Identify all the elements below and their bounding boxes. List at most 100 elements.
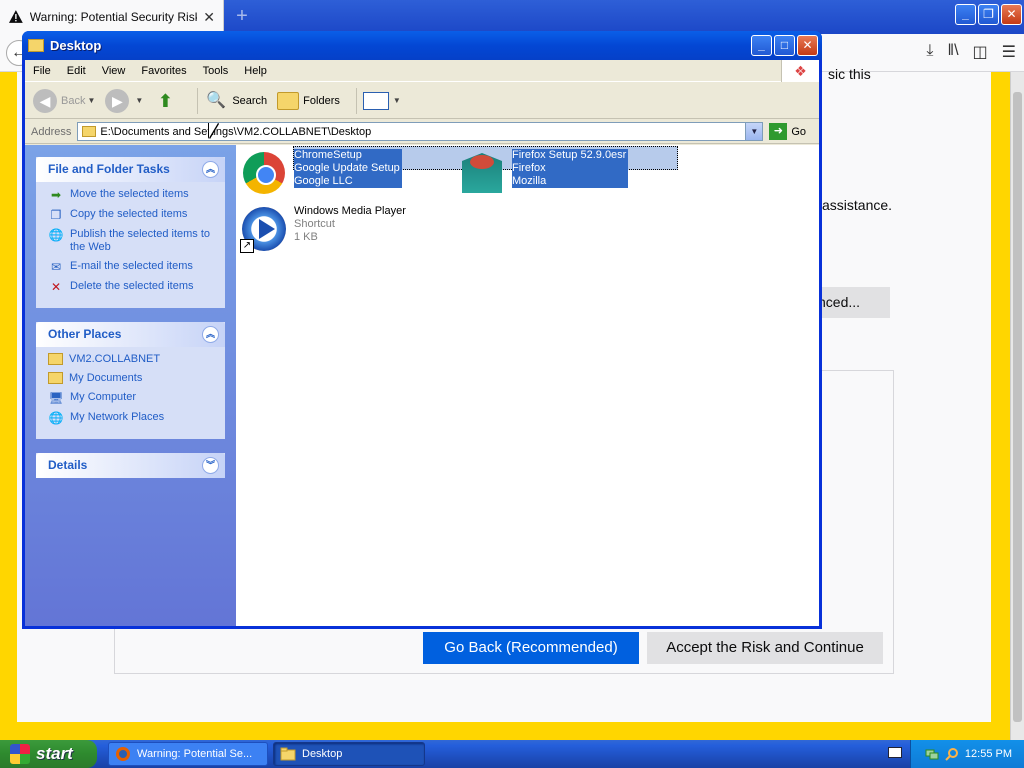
firefox-toolbar-icons: ⤓ ‖\ ◫ ☰ [926, 42, 1016, 62]
menu-file[interactable]: File [25, 65, 59, 77]
scrollbar[interactable] [1010, 72, 1024, 740]
scrollbar-thumb[interactable] [1013, 92, 1022, 722]
delete-icon: ✕ [50, 280, 62, 294]
folders-icon [277, 91, 300, 110]
warning-icon [8, 10, 23, 23]
folders-button[interactable]: Folders [277, 91, 340, 110]
menu-tools[interactable]: Tools [195, 65, 237, 77]
task-publish[interactable]: 🌐 Publish the selected items to the Web [48, 228, 215, 254]
panel-title: Details [48, 458, 88, 472]
restore-button[interactable]: ❐ [978, 4, 999, 25]
panel-header[interactable]: File and Folder Tasks ︽ [36, 157, 225, 182]
minimize-button[interactable]: _ [955, 4, 976, 25]
folder-icon [280, 747, 296, 761]
place-my-documents[interactable]: My Documents [48, 372, 215, 385]
file-description: Google Update Setup [294, 162, 402, 175]
chevron-down-icon[interactable]: ▼ [135, 96, 143, 105]
file-meta: Firefox Setup 52.9.0esr Firefox Mozilla [512, 149, 629, 197]
other-places-panel: Other Places ︽ VM2.COLLABNET My Document… [36, 322, 225, 439]
go-label: Go [791, 125, 807, 138]
place-label: My Network Places [70, 411, 165, 423]
menu-icon[interactable]: ☰ [1002, 42, 1016, 62]
place-vm2-collabnet[interactable]: VM2.COLLABNET [48, 353, 215, 366]
search-label: Search [232, 94, 268, 107]
views-icon [362, 91, 389, 110]
file-item-windows-media-player[interactable]: ↗ Windows Media Player Shortcut 1 KB [240, 205, 406, 253]
back-button[interactable]: ◀ Back ▼ [33, 88, 95, 113]
place-my-computer[interactable]: 🖥 My Computer [48, 391, 215, 405]
menu-edit[interactable]: Edit [59, 65, 94, 77]
folders-label: Folders [303, 94, 340, 107]
panel-header[interactable]: Details ︾ [36, 453, 225, 478]
taskbar-item-desktop[interactable]: Desktop [273, 742, 425, 766]
task-label: Desktop [302, 748, 343, 760]
collapse-icon[interactable]: ︽ [202, 326, 219, 343]
chevron-down-icon[interactable]: ▼ [393, 96, 401, 105]
search-icon: 🔍 [206, 91, 227, 109]
close-button[interactable]: ✕ [797, 35, 818, 56]
firefox-tab-title: Warning: Potential Security Risk A [29, 10, 198, 24]
new-tab-button[interactable]: + [230, 4, 254, 28]
search-button[interactable]: 🔍 Search [204, 89, 267, 113]
address-path: E:\Documents and Settings\VM2.COLLABNET\… [100, 125, 372, 138]
task-delete[interactable]: ✕ Delete the selected items [48, 280, 215, 294]
task-label: Publish the selected items to the Web [70, 228, 211, 253]
expand-icon[interactable]: ︾ [202, 457, 219, 474]
task-label: Move the selected items [70, 188, 189, 200]
go-back-button[interactable]: Go Back (Recommended) [423, 632, 639, 664]
file-name: ChromeSetup [294, 149, 402, 162]
chevron-down-icon[interactable]: ▼ [745, 123, 763, 140]
file-item-chromesetup[interactable]: ChromeSetup Google Update Setup Google L… [240, 149, 402, 197]
address-input[interactable]: E:\Documents and Settings\VM2.COLLABNET\… [77, 122, 764, 141]
explorer-title-bar[interactable]: Desktop _ □ ✕ [22, 31, 822, 60]
menu-view[interactable]: View [94, 65, 134, 77]
folder-icon [82, 126, 97, 137]
minimize-button[interactable]: _ [751, 35, 772, 56]
views-button[interactable]: ▼ [362, 91, 401, 110]
file-name: Firefox Setup 52.9.0esr [512, 149, 629, 162]
globe-icon: 🌐 [48, 228, 64, 242]
library-icon[interactable]: ‖\ [947, 42, 958, 62]
taskbar-item-firefox[interactable]: Warning: Potential Se... [108, 742, 268, 766]
forward-button[interactable]: ▶ ▼ [105, 88, 143, 113]
keyboard-icon[interactable] [888, 747, 902, 758]
place-label: VM2.COLLABNET [69, 353, 161, 365]
task-email[interactable]: ✉ E-mail the selected items [48, 260, 215, 274]
place-my-network-places[interactable]: 🌐 My Network Places [48, 411, 215, 425]
partial-warning-text: sic this [828, 66, 871, 82]
firefox-tab[interactable]: Warning: Potential Security Risk A ✕ [0, 0, 224, 34]
go-button[interactable]: ➜ Go [769, 123, 806, 140]
panel-body: VM2.COLLABNET My Documents 🖥 My Computer … [36, 347, 225, 439]
mail-icon: ✉ [50, 260, 62, 274]
close-button[interactable]: ✕ [1001, 4, 1022, 25]
panel-header[interactable]: Other Places ︽ [36, 322, 225, 347]
firefox-caption-buttons: _ ❐ ✕ [955, 4, 1022, 25]
start-label: start [36, 744, 73, 763]
menu-help[interactable]: Help [236, 65, 275, 77]
close-tab-icon[interactable]: ✕ [203, 9, 215, 26]
address-label: Address [31, 125, 72, 138]
menu-favorites[interactable]: Favorites [133, 65, 194, 77]
start-button[interactable]: start [0, 740, 97, 768]
sidebar-icon[interactable]: ◫ [973, 42, 988, 62]
up-button[interactable]: ⬆ [153, 89, 181, 113]
network-tray-icon[interactable] [925, 747, 939, 761]
task-label: E-mail the selected items [70, 260, 193, 272]
back-arrow-icon: ◀ [33, 88, 57, 113]
search-tray-icon[interactable] [945, 747, 959, 761]
task-move[interactable]: ➡ Move the selected items [48, 188, 215, 202]
accept-risk-button[interactable]: Accept the Risk and Continue [647, 632, 883, 664]
file-item-firefox-setup[interactable]: Firefox Setup 52.9.0esr Firefox Mozilla [458, 149, 629, 197]
chevron-down-icon[interactable]: ▼ [87, 96, 95, 105]
toolbar: ◀ Back ▼ ▶ ▼ ⬆ 🔍 Search Folders ▼ [25, 83, 819, 119]
maximize-button[interactable]: □ [774, 35, 795, 56]
windows-flag-icon: ❖ [781, 60, 819, 82]
windows-logo-icon [10, 744, 30, 764]
file-list: ChromeSetup Google Update Setup Google L… [236, 145, 819, 626]
task-copy[interactable]: ❐ Copy the selected items [48, 208, 215, 222]
download-icon[interactable]: ⤓ [926, 42, 933, 62]
details-panel: Details ︾ [36, 453, 225, 478]
collapse-icon[interactable]: ︽ [202, 161, 219, 178]
task-pane: File and Folder Tasks ︽ ➡ Move the select… [25, 145, 236, 626]
advanced-button[interactable]: nced... [814, 287, 890, 318]
